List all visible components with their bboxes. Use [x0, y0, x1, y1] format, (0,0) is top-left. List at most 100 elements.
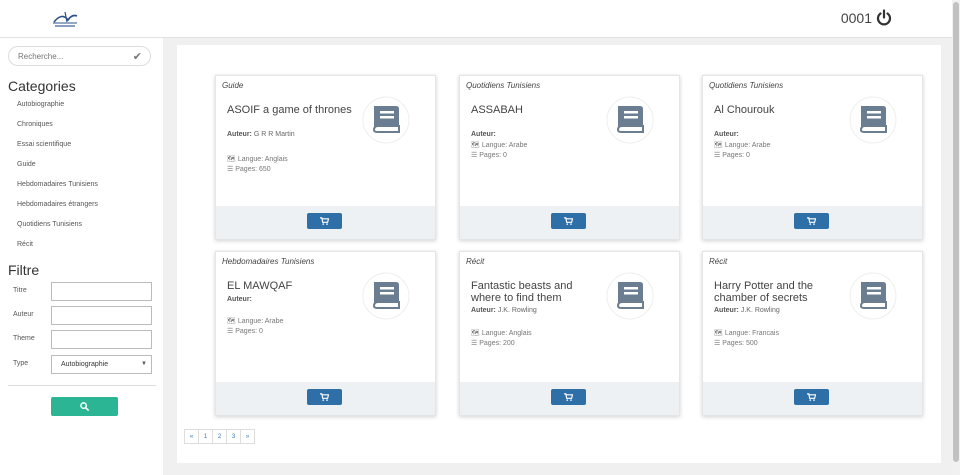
page-scrollbar[interactable]	[952, 0, 960, 475]
language-label: Langue:	[237, 156, 264, 163]
book-language: 🗺 Langue: Francais	[714, 329, 779, 337]
category-item[interactable]: Récit	[17, 241, 98, 261]
list-icon: ☰	[471, 340, 478, 347]
cart-icon	[807, 217, 816, 225]
category-item[interactable]: Essai scientifique	[17, 141, 98, 161]
pagination-page[interactable]: 1	[198, 429, 213, 444]
pages-value: 200	[502, 340, 515, 347]
book-category: Hebdomadaires Tunisiens	[222, 257, 315, 266]
book-category: Quotidiens Tunisiens	[709, 81, 784, 90]
add-to-cart-button[interactable]	[551, 213, 586, 229]
book-pages: ☰ Pages: 0	[714, 151, 750, 159]
list-icon: ☰	[227, 166, 234, 173]
book-category: Récit	[466, 257, 485, 266]
user-code: 0001	[840, 10, 872, 26]
category-item[interactable]: Quotidiens Tunisiens	[17, 221, 98, 241]
pages-value: 650	[258, 166, 271, 173]
pagination-page[interactable]: 2	[212, 429, 227, 444]
author-label: Auteur:	[471, 307, 496, 314]
language-label: Langue:	[237, 318, 264, 325]
category-item[interactable]: Chroniques	[17, 121, 98, 141]
author-value: J.K. Rowling	[740, 307, 780, 314]
list-icon: ☰	[471, 152, 478, 159]
library-logo[interactable]	[50, 8, 80, 30]
author-label: Auteur:	[227, 131, 252, 138]
book-author: Auteur: G R R Martin	[227, 131, 295, 138]
add-to-cart-button[interactable]	[307, 389, 342, 405]
book-icon	[362, 96, 410, 144]
add-to-cart-button[interactable]	[794, 213, 829, 229]
filter-auteur-row: Auteur	[13, 306, 153, 325]
book-author: Auteur:	[227, 296, 252, 303]
author-label: Auteur:	[227, 296, 252, 303]
book-title[interactable]: ASSABAH	[471, 104, 599, 116]
search-box: ✔	[8, 46, 151, 66]
language-icon: 🗺	[227, 156, 236, 163]
book-card: Guide ASOIF a game of thrones Auteur: G …	[215, 75, 436, 240]
filter-divider	[8, 385, 156, 386]
author-label: Auteur:	[471, 131, 496, 138]
language-value: Anglais	[264, 156, 288, 163]
book-title[interactable]: EL MAWQAF	[227, 280, 355, 292]
auteur-field[interactable]	[51, 306, 152, 325]
pages-label: Pages:	[235, 166, 258, 173]
language-icon: 🗺	[471, 330, 480, 337]
language-value: Arabe	[264, 318, 284, 325]
book-grid-panel: Guide ASOIF a game of thrones Auteur: G …	[177, 45, 941, 463]
list-icon: ☰	[227, 328, 234, 335]
book-icon	[849, 272, 897, 320]
filter-title: Filtre	[8, 262, 40, 278]
titre-field[interactable]	[51, 282, 152, 301]
book-title[interactable]: ASOIF a game of thrones	[227, 104, 355, 116]
book-icon	[606, 272, 654, 320]
book-card: Quotidiens Tunisiens ASSABAH Auteur: 🗺 L…	[459, 75, 680, 240]
add-to-cart-button[interactable]	[794, 389, 829, 405]
category-item[interactable]: Hebdomadaires étrangers	[17, 201, 98, 221]
pagination-page[interactable]: 3	[226, 429, 241, 444]
pages-label: Pages:	[722, 340, 745, 347]
add-to-cart-button[interactable]	[307, 213, 342, 229]
book-title[interactable]: Fantastic beasts and where to find them	[471, 280, 599, 304]
language-label: Langue:	[724, 142, 751, 149]
filter-type-row: Type Autobiographie ▼	[13, 355, 153, 374]
check-icon[interactable]: ✔	[133, 50, 142, 63]
book-pages: ☰ Pages: 200	[471, 339, 515, 347]
book-title[interactable]: Harry Potter and the chamber of secrets	[714, 280, 842, 304]
top-bar: 0001	[0, 0, 960, 38]
type-select-value: Autobiographie	[61, 361, 109, 368]
book-language: 🗺 Langue: Anglais	[471, 329, 532, 337]
category-item[interactable]: Autobiographie	[17, 101, 98, 121]
book-language: 🗺 Langue: Arabe	[227, 317, 283, 325]
add-to-cart-button[interactable]	[551, 389, 586, 405]
book-author: Auteur: J.K. Rowling	[471, 307, 537, 314]
author-value: J.K. Rowling	[497, 307, 537, 314]
author-label: Auteur:	[714, 131, 739, 138]
category-item[interactable]: Hebdomadaires Tunisiens	[17, 181, 98, 201]
book-pages: ☰ Pages: 0	[227, 327, 263, 335]
book-title[interactable]: Al Chourouk	[714, 104, 842, 116]
card-footer	[703, 206, 922, 239]
pagination: « 1 2 3 »	[184, 429, 255, 444]
type-label: Type	[13, 360, 29, 367]
book-pages: ☰ Pages: 0	[471, 151, 507, 159]
book-category: Récit	[709, 257, 728, 266]
card-footer	[216, 382, 435, 415]
language-icon: 🗺	[714, 330, 723, 337]
power-icon[interactable]	[876, 9, 892, 27]
cart-icon	[564, 217, 573, 225]
pages-value: 0	[745, 152, 750, 159]
pages-value: 0	[258, 328, 263, 335]
pagination-next[interactable]: »	[240, 429, 255, 444]
list-icon: ☰	[714, 152, 721, 159]
search-input[interactable]	[18, 52, 128, 61]
filter-search-button[interactable]	[51, 397, 118, 416]
pagination-prev[interactable]: «	[184, 429, 199, 444]
pages-label: Pages:	[479, 340, 502, 347]
card-footer	[216, 206, 435, 239]
theme-field[interactable]	[51, 330, 152, 349]
category-item[interactable]: Guide	[17, 161, 98, 181]
scrollbar-thumb[interactable]	[953, 2, 959, 462]
type-select[interactable]: Autobiographie ▼	[51, 355, 152, 374]
book-category: Guide	[222, 81, 244, 90]
list-icon: ☰	[714, 340, 721, 347]
